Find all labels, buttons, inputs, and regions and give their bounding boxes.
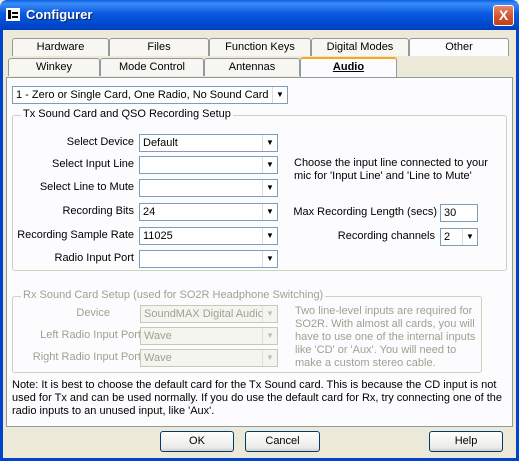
select-device-combo[interactable]: Default ▼ [139,134,278,152]
recording-bits-label: Recording Bits [62,205,134,217]
radio-input-port-combo[interactable]: ▼ [139,250,278,268]
card-config-select[interactable]: 1 - Zero or Single Card, One Radio, No S… [12,86,288,104]
select-input-line-combo[interactable]: ▼ [139,156,278,174]
chevron-down-icon[interactable]: ▼ [262,157,277,173]
chevron-down-icon[interactable]: ▼ [262,350,277,366]
cancel-button[interactable]: Cancel [245,431,320,452]
tab-function-keys[interactable]: Function Keys [209,38,311,56]
chevron-down-icon[interactable]: ▼ [272,87,287,103]
tx-group: Tx Sound Card and QSO Recording Setup Se… [12,108,507,271]
rx-help-text: Two line-level inputs are required for S… [295,305,476,369]
recording-channels-value: 2 [444,231,451,243]
rx-device-combo[interactable]: SoundMAX Digital Audio ▼ [140,305,278,323]
chevron-down-icon[interactable]: ▼ [262,135,277,151]
radio-input-port-label: Radio Input Port [54,252,135,264]
recording-channels-combo[interactable]: 2 ▼ [440,228,478,246]
tx-group-title: Tx Sound Card and QSO Recording Setup [21,108,233,120]
close-button[interactable]: X [493,5,514,26]
chevron-down-icon[interactable]: ▼ [262,180,277,196]
chevron-down-icon[interactable]: ▼ [462,229,477,245]
select-line-to-mute-label: Select Line to Mute [39,181,134,193]
select-input-line-label: Select Input Line [52,158,134,170]
select-device-label: Select Device [66,136,134,148]
chevron-down-icon[interactable]: ▼ [262,228,277,244]
left-radio-input-port-label: Left Radio Input Port [40,329,141,341]
tab-winkey[interactable]: Winkey [8,58,100,76]
select-device-value: Default [143,137,178,149]
left-radio-input-port-combo[interactable]: Wave ▼ [140,327,278,345]
tab-audio[interactable]: Audio [300,57,397,77]
tab-files[interactable]: Files [109,38,209,56]
tab-other[interactable]: Other [409,38,509,56]
chevron-down-icon[interactable]: ▼ [262,328,277,344]
right-radio-input-port-combo[interactable]: Wave ▼ [140,349,278,367]
tx-help-text: Choose the input line connected to your … [294,157,488,182]
max-recording-length-label: Max Recording Length (secs) [293,206,437,218]
chevron-down-icon[interactable]: ▼ [262,251,277,267]
audio-tab-page: 1 - Zero or Single Card, One Radio, No S… [6,77,513,427]
right-radio-input-port-label: Right Radio Input Port [32,351,141,363]
recording-sample-rate-combo[interactable]: 11025 ▼ [139,227,278,245]
select-line-to-mute-combo[interactable]: ▼ [139,179,278,197]
rx-device-value: SoundMAX Digital Audio [144,308,264,320]
recording-bits-value: 24 [143,206,156,218]
card-config-value: 1 - Zero or Single Card, One Radio, No S… [16,89,287,101]
app-icon [6,8,20,21]
chevron-down-icon[interactable]: ▼ [262,306,277,322]
tab-antennas[interactable]: Antennas [204,58,300,76]
rx-device-label: Device [76,307,110,319]
max-recording-length-input[interactable]: 30 [440,204,478,222]
recording-channels-label: Recording channels [337,230,435,242]
window-title: Configurer [26,7,93,22]
rx-group-title: Rx Sound Card Setup (used for SO2R Headp… [21,289,326,301]
title-bar[interactable]: Configurer X [0,0,519,30]
help-button[interactable]: Help [429,431,503,452]
chevron-down-icon[interactable]: ▼ [262,204,277,220]
default-card-note: Note: It is best to choose the default c… [12,379,502,417]
rx-group: Rx Sound Card Setup (used for SO2R Headp… [12,289,482,373]
ok-button[interactable]: OK [160,431,234,452]
left-radio-input-port-value: Wave [144,330,172,342]
tab-hardware[interactable]: Hardware [12,38,109,56]
recording-sample-rate-value: 11025 [143,230,173,242]
tab-digital-modes[interactable]: Digital Modes [311,38,409,56]
tab-mode-control[interactable]: Mode Control [100,58,204,76]
recording-bits-combo[interactable]: 24 ▼ [139,203,278,221]
recording-sample-rate-label: Recording Sample Rate [17,229,134,241]
right-radio-input-port-value: Wave [144,352,172,364]
